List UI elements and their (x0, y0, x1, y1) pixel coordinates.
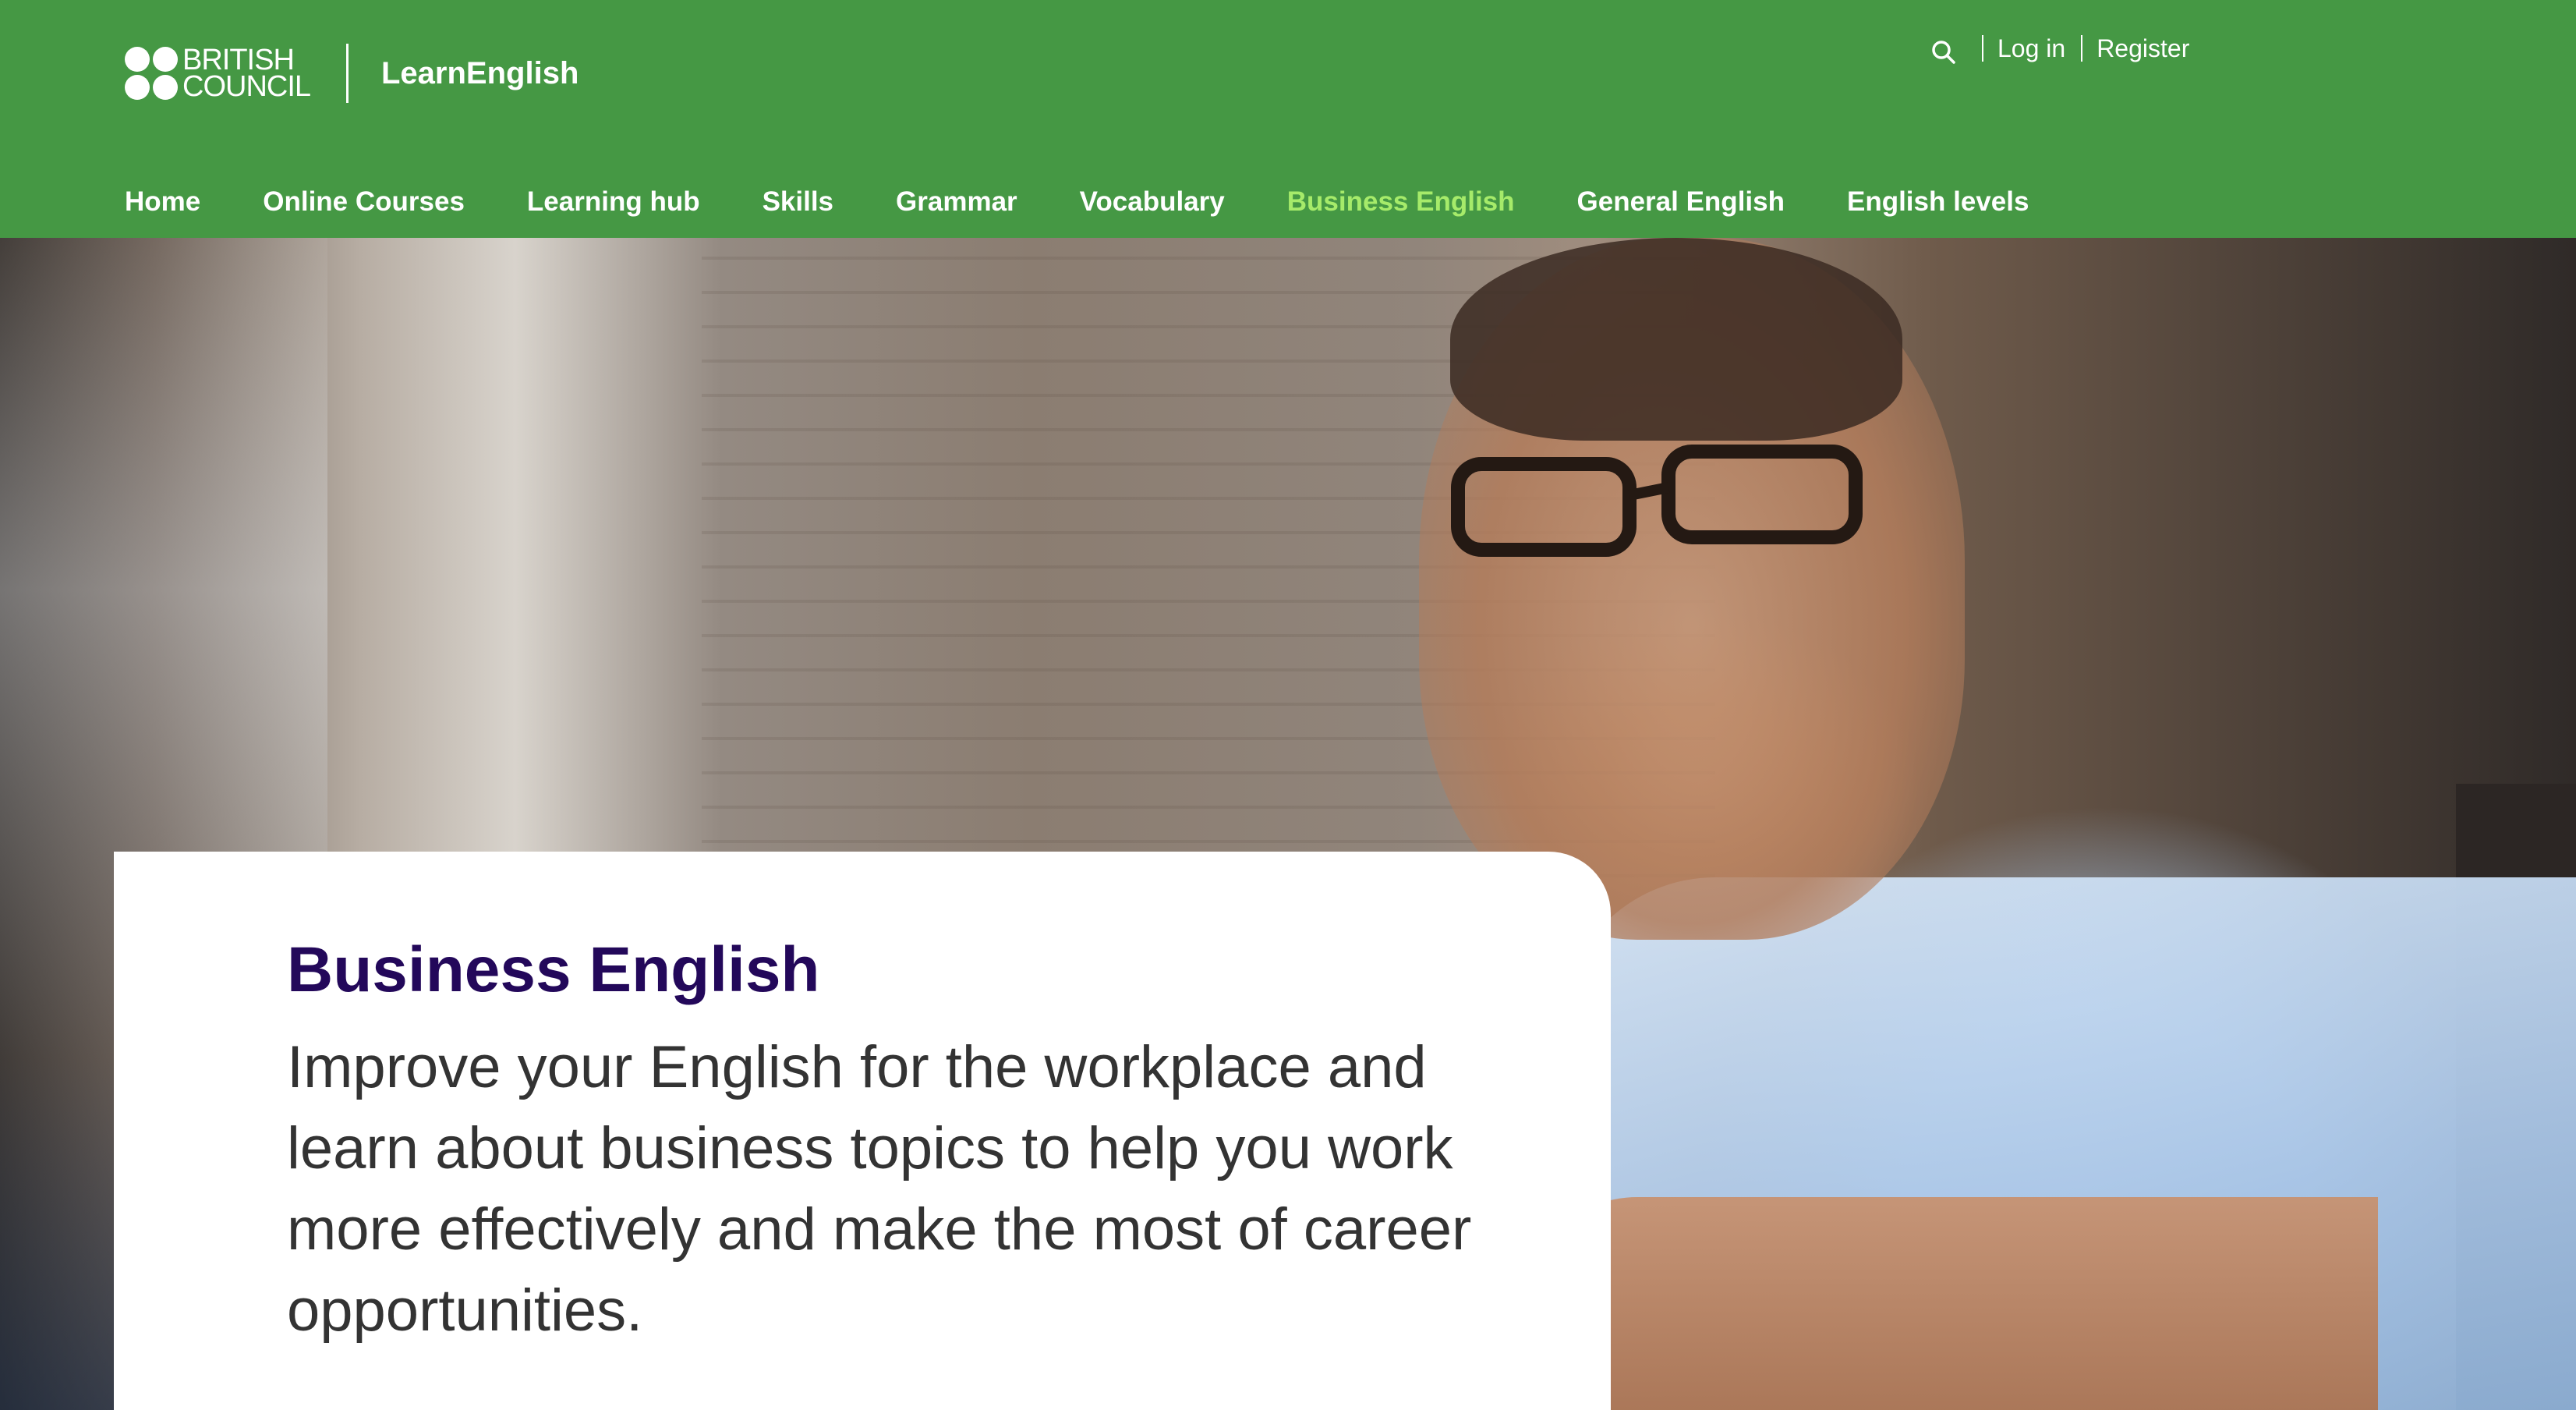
logo-dot (153, 47, 178, 72)
nav-item-learning-hub[interactable]: Learning hub (527, 186, 700, 218)
nav-item-online-courses[interactable]: Online Courses (263, 186, 465, 218)
logo-group[interactable]: BRITISH COUNCIL LearnEnglish (125, 44, 579, 103)
nav-item-english-levels[interactable]: English levels (1847, 186, 2029, 218)
separator (2081, 35, 2083, 62)
logo-dot (125, 75, 150, 100)
page-description: Improve your English for the workplace a… (287, 1034, 1472, 1344)
logo-dot (125, 47, 150, 72)
hero-banner: Business English Improve your English fo… (0, 238, 2576, 1410)
search-button[interactable] (1926, 31, 1960, 66)
hero-image-glasses (1451, 445, 1863, 557)
site-header: BRITISH COUNCIL LearnEnglish Log in Regi… (0, 0, 2576, 238)
nav-item-vocabulary[interactable]: Vocabulary (1080, 186, 1225, 218)
nav-item-home[interactable]: Home (125, 186, 200, 218)
main-nav: Home Online Courses Learning hub Skills … (125, 186, 2091, 218)
logo-dot (153, 75, 178, 100)
separator (1982, 35, 1983, 62)
hero-image-hair (1450, 238, 1902, 441)
british-council-logo-icon (125, 47, 178, 100)
hero-image-arm (1520, 1197, 2378, 1410)
utility-links: Log in Register (1926, 31, 2189, 66)
organization-name: BRITISH COUNCIL (182, 44, 311, 103)
search-icon (1932, 41, 1955, 64)
nav-item-skills[interactable]: Skills (763, 186, 833, 218)
login-link[interactable]: Log in (1997, 34, 2065, 63)
nav-item-business-english[interactable]: Business English (1287, 186, 1515, 218)
nav-item-grammar[interactable]: Grammar (896, 186, 1017, 218)
brand-name[interactable]: LearnEnglish (381, 56, 579, 91)
hero-card: Business English Improve your English fo… (114, 852, 1611, 1410)
register-link[interactable]: Register (2097, 34, 2189, 63)
nav-item-general-english[interactable]: General English (1577, 186, 1785, 218)
page-title: Business English (287, 934, 820, 1005)
logo-divider (346, 44, 349, 103)
